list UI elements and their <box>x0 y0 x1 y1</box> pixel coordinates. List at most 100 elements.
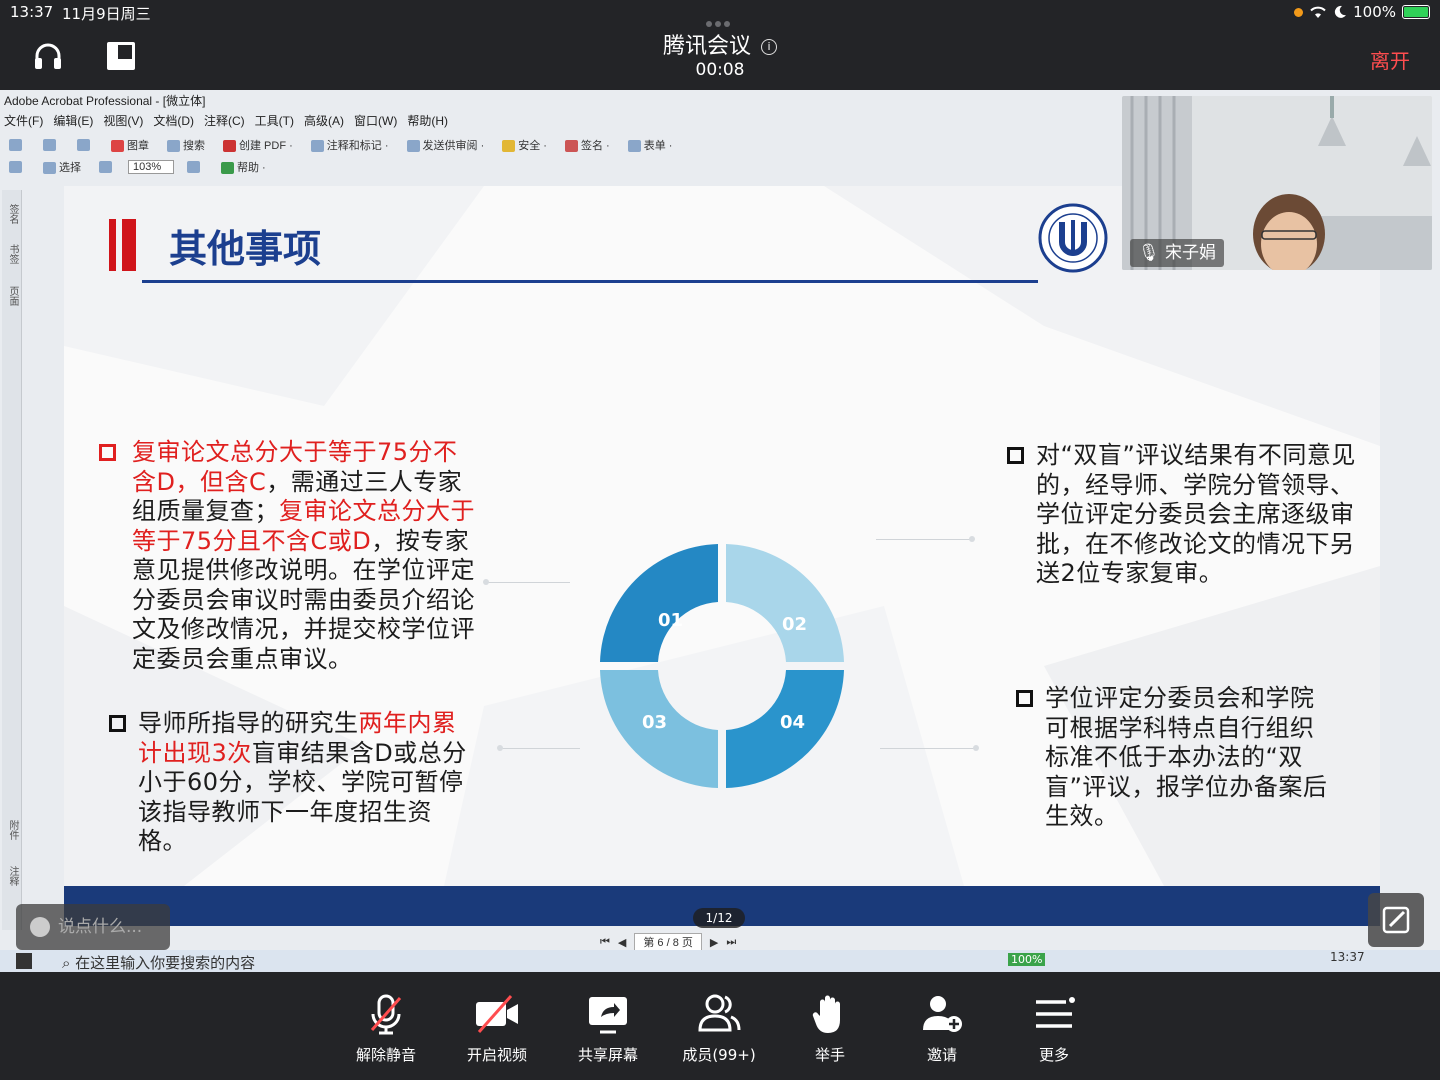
menu-file[interactable]: 文件(F) <box>4 112 43 132</box>
print-icon[interactable] <box>72 137 98 153</box>
chat-input[interactable]: 说点什么... <box>16 904 170 950</box>
status-indicators: 100% <box>1294 3 1430 21</box>
side-tab-bookmarks[interactable]: 书签 <box>5 244 20 264</box>
invite-label: 邀请 <box>926 1046 957 1064</box>
p2-text-1: 导师所指导的研究生 <box>138 709 359 737</box>
security-button[interactable]: 安全 · <box>497 135 552 155</box>
search-button[interactable]: 搜索 <box>162 135 210 155</box>
share-screen-label: 共享屏幕 <box>577 1046 638 1064</box>
taskbar-battery: 100% <box>1008 953 1046 966</box>
mic-muted-icon <box>370 994 402 1035</box>
segment-label-02: 02 <box>782 614 807 635</box>
members-label: 成员(99+) <box>682 1046 756 1064</box>
menu-view[interactable]: 视图(V) <box>103 112 143 132</box>
hand-tool-icon[interactable] <box>4 159 30 175</box>
taskbar-search-placeholder: 在这里输入你要搜索的内容 <box>75 954 256 972</box>
annotate-expand-button[interactable] <box>1368 893 1424 947</box>
invite-icon <box>923 996 962 1032</box>
acrobat-page-nav: ⏮ ◀ 第 6 / 8 页 ▶ ⏭ <box>600 933 736 951</box>
shanghai-university-logo <box>1038 203 1108 273</box>
start-video-label: 开启视频 <box>466 1046 527 1064</box>
pdf-page-slide: 其他事项 复审论文总分大于等于75分不含D，但含C，需通过三人专家组质量复查；复… <box>64 186 1380 926</box>
title-accent-bar-1 <box>109 219 116 271</box>
slide-title: 其他事项 <box>169 227 322 271</box>
menu-document[interactable]: 文档(D) <box>153 112 194 132</box>
more-label: 更多 <box>1038 1046 1069 1064</box>
meeting-control-bar: 解除静音 开启视频 共享屏幕 成员(99+) 举手 邀请 更多 <box>0 972 1440 1080</box>
side-tab-signatures[interactable]: 签名 <box>5 204 20 224</box>
battery-icon <box>1402 5 1430 19</box>
participant-video-tile[interactable]: 🎙 宋子娟 <box>1122 96 1432 270</box>
paragraph-college-self-review: 学位评定分委员会和学院可根据学科特点自行组织标准不低于本办法的“双盲”评议，报学… <box>1045 684 1328 830</box>
acrobat-side-panel: 签名 书签 页面 附件 注释 <box>2 190 22 930</box>
menu-help[interactable]: 帮助(H) <box>407 112 448 132</box>
bullet-2-icon <box>109 715 126 732</box>
side-tab-comments[interactable]: 注释 <box>5 866 20 886</box>
zoom-tool-icon[interactable] <box>94 159 120 175</box>
annotate-icon <box>1382 906 1410 934</box>
menu-window[interactable]: 窗口(W) <box>354 112 397 132</box>
invite-button[interactable]: 邀请 <box>892 992 992 1065</box>
donut-segment-01 <box>600 544 718 662</box>
menu-comments[interactable]: 注释(C) <box>204 112 245 132</box>
participant-name-tag: 🎙 宋子娟 <box>1130 239 1224 267</box>
save-icon[interactable] <box>38 137 64 153</box>
emoji-icon[interactable] <box>30 917 50 937</box>
moon-icon <box>1334 5 1347 18</box>
prev-page-icon[interactable]: ◀ <box>618 936 626 949</box>
title-underline <box>142 280 1038 283</box>
menu-advanced[interactable]: 高级(A) <box>304 112 344 132</box>
comment-markup-button[interactable]: 注释和标记 · <box>306 135 394 155</box>
mic-indicator-icon <box>1294 7 1304 17</box>
start-video-button[interactable]: 开启视频 <box>447 992 547 1065</box>
connector-line-2 <box>497 745 580 751</box>
meeting-title: 腾讯会议 i <box>0 28 1440 60</box>
title-accent-bar-2 <box>122 219 136 271</box>
taskbar-search[interactable]: ⌕ 在这里输入你要搜索的内容 <box>62 952 255 972</box>
open-icon[interactable] <box>4 137 30 153</box>
donut-diagram: 01 02 03 04 <box>600 544 844 788</box>
windows-taskbar: ⌕ 在这里输入你要搜索的内容 100% 13:37 <box>0 950 1440 972</box>
side-tab-attachments[interactable]: 附件 <box>5 820 20 840</box>
raise-hand-icon <box>812 995 840 1033</box>
share-page-counter: 1/12 <box>693 908 745 928</box>
video-off-icon <box>476 995 518 1033</box>
windows-start-icon[interactable] <box>16 953 32 969</box>
send-review-button[interactable]: 发送供审阅 · <box>402 135 490 155</box>
menu-edit[interactable]: 编辑(E) <box>53 112 93 132</box>
paragraph-supervisor-rule: 导师所指导的研究生两年内累计出现3次盲审结果含D或总分小于60分，学校、学院可暂… <box>138 709 470 857</box>
meeting-header: 13:37 11月9日周三 100% 腾讯会议 i 00:08 离开 <box>0 0 1440 90</box>
connector-line-3 <box>876 536 975 542</box>
segment-label-01: 01 <box>658 610 683 631</box>
members-button[interactable]: 成员(99+) <box>669 992 769 1065</box>
segment-label-03: 03 <box>642 712 667 733</box>
next-page-icon[interactable]: ▶ <box>710 936 718 949</box>
stamp-button[interactable]: 图章 <box>106 135 154 155</box>
members-icon <box>698 994 741 1032</box>
status-date: 11月9日周三 <box>62 5 151 23</box>
battery-percent: 100% <box>1353 3 1396 21</box>
connector-line-1 <box>483 579 570 585</box>
zoom-in-icon[interactable] <box>182 159 208 175</box>
page-number-field[interactable]: 第 6 / 8 页 <box>634 933 702 951</box>
first-page-icon[interactable]: ⏮ <box>600 936 610 949</box>
unmute-button[interactable]: 解除静音 <box>336 992 436 1065</box>
menu-tools[interactable]: 工具(T) <box>255 112 294 132</box>
last-page-icon[interactable]: ⏭ <box>726 936 736 949</box>
select-tool-button[interactable]: 选择 <box>38 157 86 177</box>
info-icon[interactable]: i <box>761 39 777 55</box>
leave-button[interactable]: 离开 <box>1370 45 1410 74</box>
create-pdf-button[interactable]: 创建 PDF · <box>218 135 298 155</box>
multitask-grabber[interactable] <box>706 12 736 27</box>
raise-hand-button[interactable]: 举手 <box>780 992 880 1065</box>
bullet-1-icon <box>99 444 116 461</box>
help-button[interactable]: 帮助 · <box>216 157 271 177</box>
share-screen-button[interactable]: 共享屏幕 <box>558 992 658 1065</box>
sign-button[interactable]: 签名 · <box>560 135 615 155</box>
side-tab-pages[interactable]: 页面 <box>5 286 20 306</box>
more-button[interactable]: 更多 <box>1004 992 1104 1065</box>
zoom-level-field[interactable]: 103% <box>128 160 174 174</box>
forms-button[interactable]: 表单 · <box>623 135 678 155</box>
status-time: 13:37 <box>10 3 54 21</box>
bullet-3-icon <box>1007 447 1024 464</box>
